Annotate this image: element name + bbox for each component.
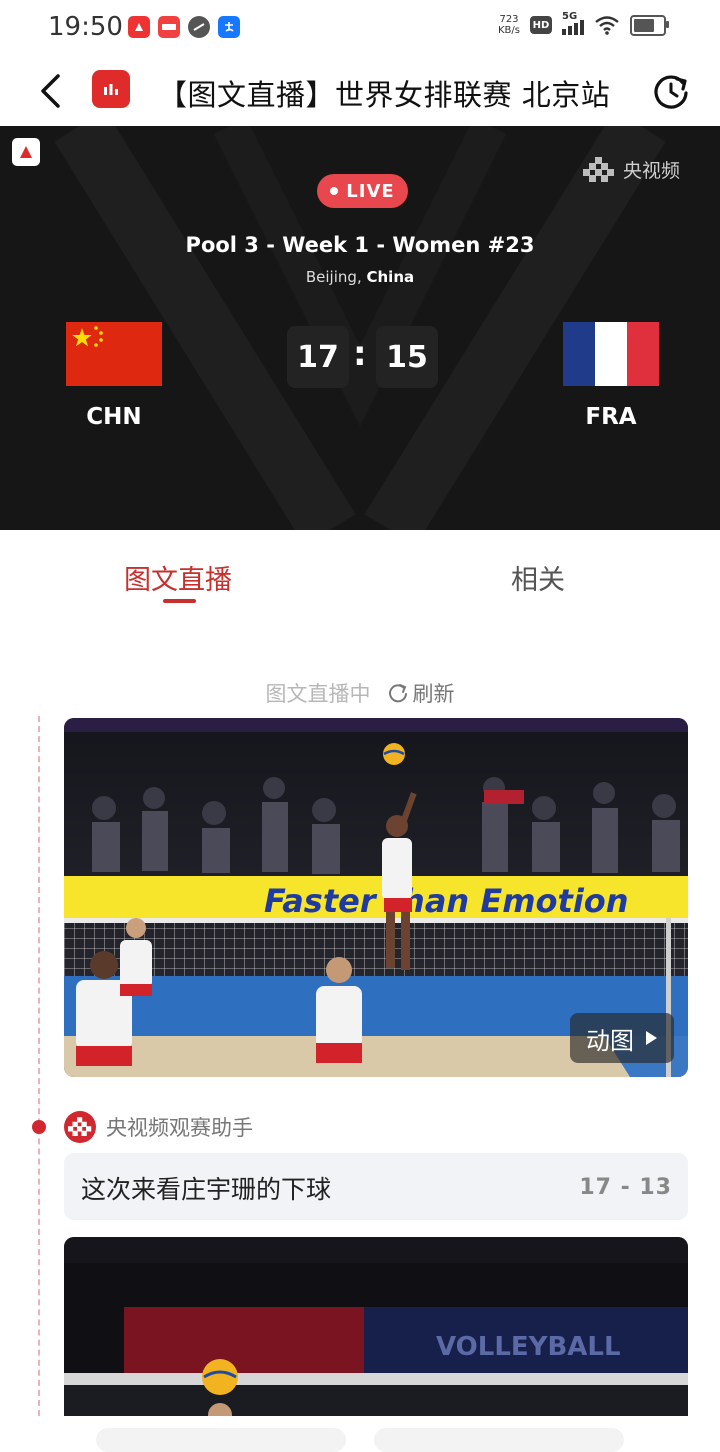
author-name: 央视频观赛助手 — [106, 1116, 253, 1140]
toutiao-app-icon — [128, 16, 150, 38]
tab-related[interactable]: 相关 — [511, 558, 565, 597]
back-button[interactable] — [30, 70, 70, 112]
nav-bar: 【图文直播】世界女排联赛 北京站 — [0, 56, 720, 126]
tab-active-indicator — [163, 599, 196, 603]
tab-live-text[interactable]: 图文直播 — [124, 558, 232, 597]
status-app-icons — [128, 16, 240, 38]
cctv-video-icon — [582, 156, 614, 182]
author-avatar — [64, 1111, 96, 1143]
svg-text:Faster than Emotion: Faster than Emotion — [264, 882, 629, 920]
post-card: 这次来看庄宇珊的下球 17 - 13 — [64, 1153, 688, 1220]
alipay-app-icon — [218, 16, 240, 38]
network-speed: 723 KB/s — [498, 14, 520, 36]
away-team-code: FRA — [585, 404, 637, 430]
play-icon — [646, 1031, 657, 1045]
home-team: CHN — [66, 322, 162, 430]
app-logo-icon — [12, 138, 40, 166]
feed-refresh-button[interactable]: 刷新 — [387, 678, 455, 708]
timeline-dot — [32, 1120, 46, 1134]
bottom-action-pill[interactable] — [96, 1428, 346, 1452]
channel-logo-icon[interactable] — [92, 70, 130, 108]
refresh-button[interactable] — [650, 70, 692, 112]
page-title: 【图文直播】世界女排联赛 北京站 — [158, 78, 611, 112]
volleyball-match-image: VOLLEYBALL — [64, 1237, 688, 1416]
china-flag-icon — [66, 322, 162, 386]
status-bar: 19:50 723 KB/s HD 5G — [0, 0, 720, 56]
live-badge: LIVE — [317, 174, 408, 208]
away-score: 15 — [376, 326, 438, 388]
post-text: 这次来看庄宇珊的下球 — [81, 1175, 332, 1204]
away-team: FRA — [563, 322, 659, 430]
highlight-image[interactable]: VOLLEYBALL — [64, 1237, 688, 1416]
match-name: Pool 3 - Week 1 - Women #23 — [185, 233, 535, 257]
post-author[interactable]: 央视频观赛助手 — [64, 1111, 253, 1143]
brand-name: 央视频 — [622, 160, 680, 182]
gif-badge: 动图 — [570, 1013, 674, 1063]
bottom-action-pill[interactable] — [374, 1428, 624, 1452]
home-team-code: CHN — [86, 404, 142, 430]
live-dot-icon — [330, 187, 339, 195]
home-score: 17 — [287, 326, 349, 388]
tab-bar: 图文直播 相关 — [0, 530, 720, 620]
refresh-icon — [654, 75, 688, 109]
score-separator: : — [353, 334, 367, 374]
scoreboard: 央视频 LIVE Pool 3 - Week 1 - Women #23 Bei… — [0, 126, 720, 530]
signal-icon: 5G — [562, 11, 584, 35]
post-score: 17 - 13 — [579, 1175, 672, 1200]
hd-icon: HD — [530, 16, 552, 34]
battery-icon — [630, 14, 669, 36]
browser-app-icon — [188, 16, 210, 38]
svg-text:VOLLEYBALL: VOLLEYBALL — [436, 1332, 621, 1362]
refresh-small-icon — [388, 684, 407, 703]
news-app-icon — [158, 16, 180, 38]
wifi-icon — [595, 16, 619, 35]
timeline-line — [38, 716, 40, 1416]
feed-status: 图文直播中 刷新 — [0, 678, 720, 708]
feed-status-text: 图文直播中 — [265, 682, 371, 706]
status-time: 19:50 — [48, 12, 123, 42]
france-flag-icon — [563, 322, 659, 386]
status-indicators: 723 KB/s HD 5G — [498, 11, 669, 36]
brand-logo: 央视频 — [582, 156, 680, 183]
highlight-gif[interactable]: Faster than Emotion 动图 — [64, 718, 688, 1077]
cctv-video-icon — [68, 1117, 92, 1136]
chevron-left-icon — [41, 74, 60, 108]
match-venue: Beijing, China — [305, 268, 415, 286]
